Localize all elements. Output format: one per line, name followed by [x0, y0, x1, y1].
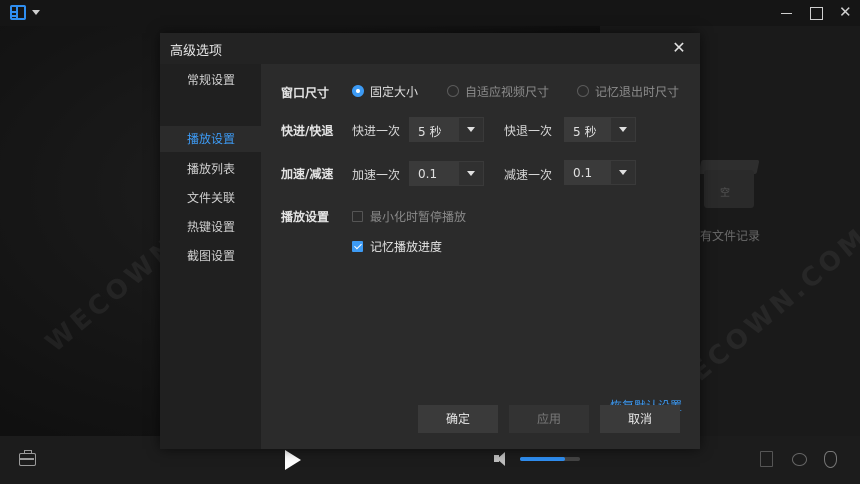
speed-up-value: 0.1: [418, 167, 438, 181]
playback-label: 播放设置: [281, 210, 330, 224]
speed-down-select[interactable]: 0.1: [564, 160, 636, 185]
radio-remember-size-label[interactable]: 记忆退出时尺寸: [595, 83, 679, 100]
ok-button[interactable]: 确定: [418, 405, 498, 433]
sidebar-item-screenshot[interactable]: 截图设置: [160, 243, 261, 269]
empty-box-icon: 空: [698, 150, 760, 210]
sidebar-item-playlist[interactable]: 播放列表: [160, 156, 261, 182]
radio-fixed-size[interactable]: [352, 85, 364, 97]
remember-progress-checkbox[interactable]: [352, 241, 363, 252]
speed-down-label: 减速一次: [504, 168, 553, 182]
sidebar-item-playback[interactable]: 播放设置: [160, 126, 261, 152]
seek-forward-select[interactable]: 5 秒: [409, 117, 484, 142]
speed-up-select[interactable]: 0.1: [409, 161, 484, 186]
close-icon: ✕: [839, 3, 852, 21]
seek-backward-value: 5 秒: [573, 125, 597, 139]
loop-icon[interactable]: [792, 453, 807, 466]
speed-up-label: 加速一次: [352, 168, 401, 182]
empty-playlist-text: 有文件记录: [700, 229, 761, 243]
sidebar-item-file-association[interactable]: 文件关联: [160, 185, 261, 211]
pause-on-minimize-checkbox[interactable]: [352, 211, 363, 222]
toolbox-icon[interactable]: [19, 450, 36, 466]
close-window-button[interactable]: ✕: [826, 0, 860, 26]
chevron-down-icon[interactable]: [611, 118, 635, 141]
footprint-icon[interactable]: [824, 451, 837, 468]
file-icon[interactable]: [760, 451, 773, 467]
speed-label: 加速/减速: [281, 167, 334, 181]
apply-button[interactable]: 应用: [509, 405, 589, 433]
chevron-down-icon[interactable]: [459, 118, 483, 141]
player-titlebar: ✕: [0, 0, 860, 26]
radio-fixed-size-label[interactable]: 固定大小: [370, 83, 418, 100]
settings-sidebar: 常规设置 播放设置 播放列表 文件关联 热键设置 截图设置: [160, 64, 261, 449]
dialog-close-button[interactable]: ✕: [668, 37, 690, 59]
pause-on-minimize-label[interactable]: 最小化时暂停播放: [370, 208, 466, 225]
cancel-button[interactable]: 取消: [600, 405, 680, 433]
speed-down-value: 0.1: [573, 166, 593, 180]
seek-backward-select[interactable]: 5 秒: [564, 117, 636, 142]
window-size-label: 窗口尺寸: [281, 86, 330, 100]
volume-slider-fill: [520, 457, 565, 461]
radio-fit-video[interactable]: [447, 85, 459, 97]
seek-forward-label: 快进一次: [352, 124, 401, 138]
remember-progress-label[interactable]: 记忆播放进度: [370, 238, 442, 255]
settings-content: 窗口尺寸 固定大小 自适应视频尺寸 记忆退出时尺寸 快进/快退 快进一次 5 秒…: [261, 64, 700, 449]
chevron-down-icon[interactable]: [611, 161, 635, 184]
dialog-title: 高级选项: [170, 44, 223, 59]
play-icon[interactable]: [285, 450, 301, 470]
radio-fit-video-label[interactable]: 自适应视频尺寸: [465, 83, 549, 100]
seek-forward-value: 5 秒: [418, 125, 442, 139]
seek-label: 快进/快退: [281, 124, 334, 138]
chevron-down-icon[interactable]: [459, 162, 483, 185]
chevron-down-icon[interactable]: [32, 10, 40, 15]
empty-box-tag: 空: [720, 188, 730, 199]
close-icon: ✕: [672, 38, 686, 57]
volume-icon[interactable]: [494, 451, 510, 467]
volume-slider[interactable]: [520, 457, 580, 461]
radio-remember-size[interactable]: [577, 85, 589, 97]
film-icon[interactable]: [10, 5, 26, 20]
advanced-options-dialog: 高级选项 ✕ 常规设置 播放设置 播放列表 文件关联 热键设置 截图设置 窗口尺…: [160, 33, 700, 449]
sidebar-item-general[interactable]: 常规设置: [160, 67, 261, 93]
seek-backward-label: 快退一次: [504, 124, 553, 138]
sidebar-item-hotkeys[interactable]: 热键设置: [160, 214, 261, 240]
dialog-titlebar: 高级选项 ✕: [160, 33, 700, 64]
